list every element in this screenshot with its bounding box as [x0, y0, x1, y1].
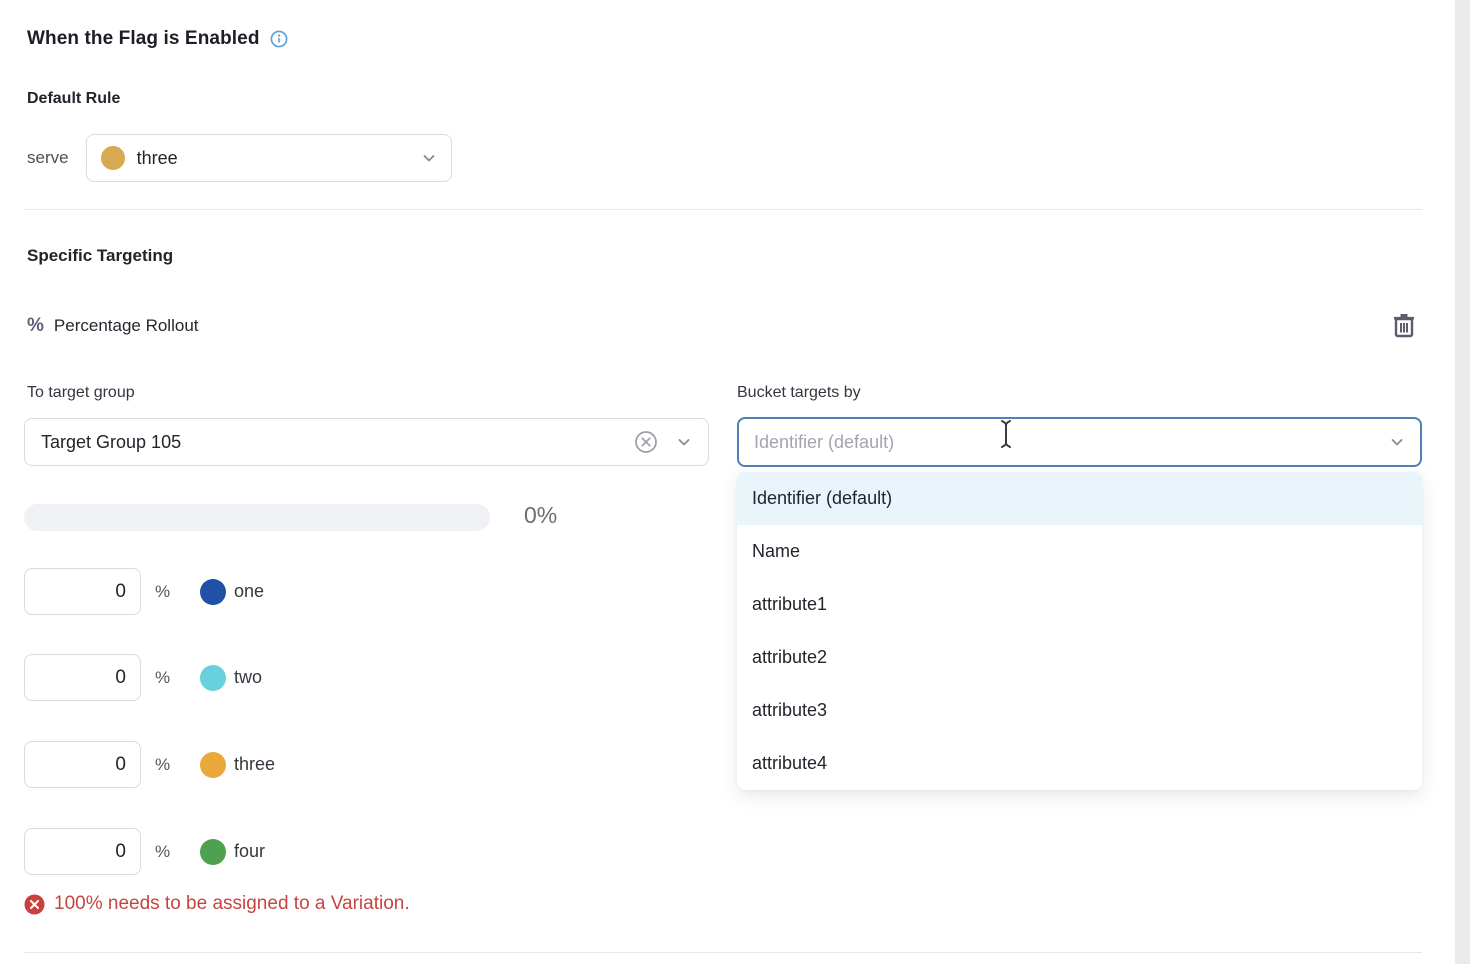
- variation-color-dot: [200, 665, 226, 691]
- percent-sign: %: [155, 842, 177, 862]
- dropdown-option-attribute4[interactable]: attribute4: [737, 737, 1422, 790]
- dropdown-option-identifier[interactable]: Identifier (default): [737, 472, 1422, 525]
- dropdown-option-attribute2[interactable]: attribute2: [737, 631, 1422, 684]
- window-edge-strip: [1455, 0, 1470, 964]
- target-group-value: Target Group 105: [41, 432, 634, 453]
- variation-three-weight-input[interactable]: [24, 741, 141, 788]
- specific-targeting-heading: Specific Targeting: [27, 246, 173, 266]
- variation-color-dot: [101, 146, 125, 170]
- variation-four-weight-input[interactable]: [24, 828, 141, 875]
- error-text: 100% needs to be assigned to a Variation…: [54, 893, 410, 915]
- default-variation-value: three: [137, 148, 409, 169]
- flag-enabled-header: When the Flag is Enabled: [27, 28, 288, 50]
- chevron-down-icon: [421, 150, 437, 166]
- percent-sign: %: [155, 668, 177, 688]
- target-group-select[interactable]: Target Group 105: [24, 418, 709, 466]
- variation-weight-row: % four: [24, 828, 265, 875]
- bucket-targets-by-field: [737, 417, 1422, 467]
- chevron-down-icon: [676, 434, 692, 450]
- variation-weight-row: % two: [24, 654, 262, 701]
- percentage-rollout-title: Percentage Rollout: [54, 316, 199, 336]
- trash-icon: [1391, 311, 1417, 342]
- percent-sign: %: [155, 755, 177, 775]
- bucket-targets-dropdown: Identifier (default) Name attribute1 att…: [737, 472, 1422, 790]
- serve-label: serve: [27, 148, 69, 168]
- rollout-progress-bar: [24, 504, 490, 531]
- variation-weight-row: % three: [24, 741, 275, 788]
- rollout-progress-percent: 0%: [524, 502, 557, 529]
- dropdown-option-name[interactable]: Name: [737, 525, 1422, 578]
- variation-label: one: [234, 581, 264, 602]
- bucket-targets-by-input[interactable]: [754, 432, 1389, 453]
- variation-one-weight-input[interactable]: [24, 568, 141, 615]
- percent-sign: %: [155, 582, 177, 602]
- error-circle-x-icon: [24, 894, 45, 915]
- variation-label: four: [234, 841, 265, 862]
- circle-x-icon[interactable]: [634, 430, 658, 454]
- percent-icon: %: [27, 315, 44, 337]
- section-divider: [24, 209, 1422, 210]
- dropdown-option-attribute3[interactable]: attribute3: [737, 684, 1422, 737]
- section-divider: [24, 952, 1422, 953]
- variation-label: three: [234, 754, 275, 775]
- flag-targeting-page: When the Flag is Enabled Default Rule se…: [0, 0, 1470, 964]
- variation-label: two: [234, 667, 262, 688]
- bucket-targets-by-label: Bucket targets by: [737, 384, 861, 402]
- percentage-rollout-header: % Percentage Rollout: [27, 310, 1419, 342]
- delete-rollout-button[interactable]: [1389, 310, 1419, 342]
- variation-weight-row: % one: [24, 568, 264, 615]
- variation-color-dot: [200, 579, 226, 605]
- to-target-group-label: To target group: [27, 384, 135, 402]
- dropdown-option-attribute1[interactable]: attribute1: [737, 578, 1422, 631]
- default-variation-select[interactable]: three: [86, 134, 452, 182]
- variation-color-dot: [200, 839, 226, 865]
- chevron-down-icon: [1389, 434, 1405, 450]
- info-icon[interactable]: [270, 30, 288, 48]
- default-rule-serve-row: serve three: [27, 134, 452, 182]
- page-title: When the Flag is Enabled: [27, 28, 260, 50]
- rollout-error-message: 100% needs to be assigned to a Variation…: [24, 893, 410, 915]
- variation-color-dot: [200, 752, 226, 778]
- variation-two-weight-input[interactable]: [24, 654, 141, 701]
- default-rule-heading: Default Rule: [27, 90, 120, 108]
